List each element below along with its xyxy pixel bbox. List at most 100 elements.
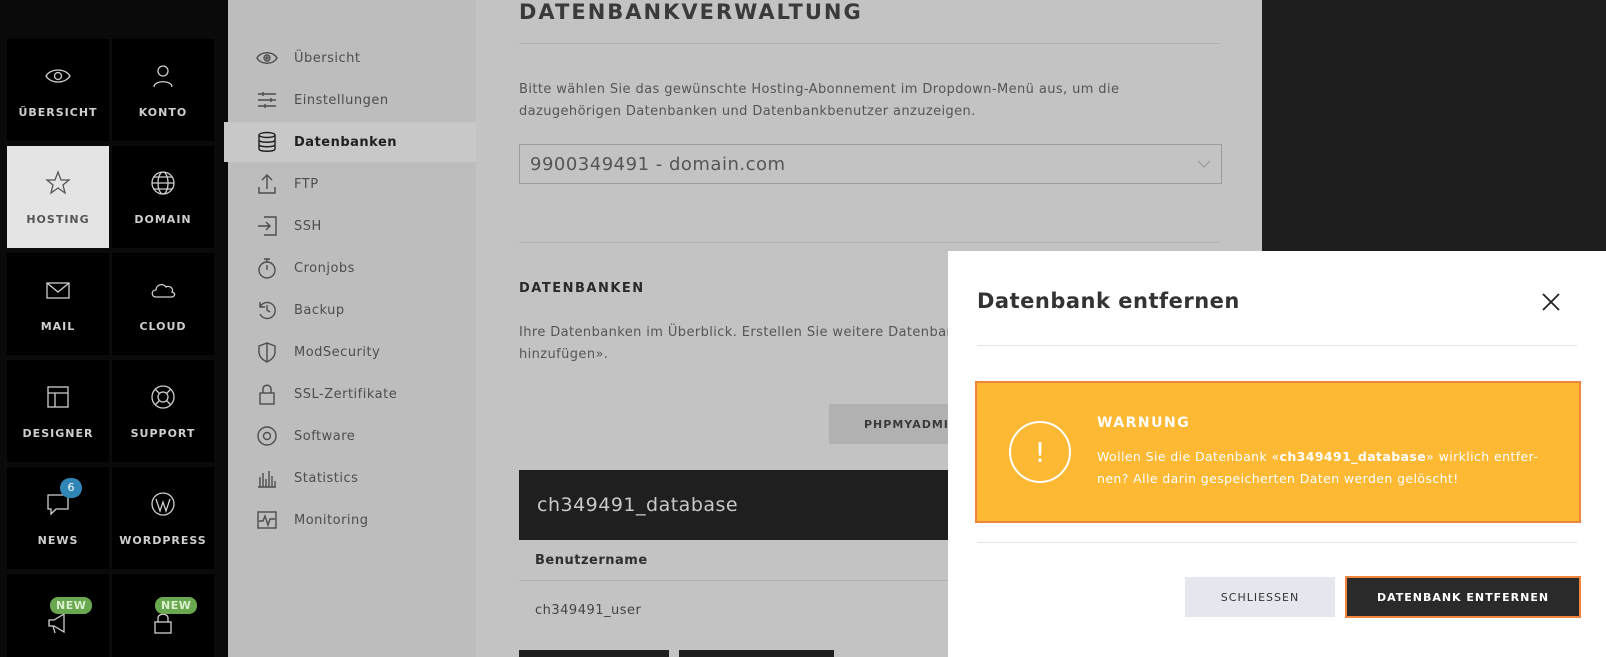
main-tile-nav: ÜBERSICHT KONTO HOSTING DOMAIN MAIL CLOU… (0, 0, 228, 657)
subnav-item-einstellungen[interactable]: Einstellungen (228, 80, 476, 120)
tile-mail[interactable]: MAIL (7, 253, 109, 355)
subnav-item-statistics[interactable]: Statistics (228, 458, 476, 498)
subnav-item-label: Übersicht (294, 50, 361, 66)
tile-label: WORDPRESS (119, 533, 207, 547)
subnav-item-label: Statistics (294, 470, 359, 486)
divider (519, 242, 1219, 243)
new-badge: NEW (50, 597, 93, 614)
history-icon (259, 301, 276, 320)
exclamation-icon: ! (1009, 421, 1071, 483)
subnav-item-cronjobs[interactable]: Cronjobs (228, 248, 476, 288)
warning-text-pre: Wollen Sie die Datenbank « (1097, 449, 1280, 464)
new-badge: NEW (155, 597, 198, 614)
subnav-item-label: SSL-Zertifikate (294, 386, 398, 402)
warning-text: Wollen Sie die Datenbank «ch349491_datab… (1097, 446, 1557, 490)
tile-label: ÜBERSICHT (18, 105, 98, 119)
modal-title: Datenbank entfernen (977, 289, 1240, 313)
tile-label: KONTO (138, 105, 188, 119)
pulse-icon (257, 511, 277, 529)
tile-label: HOSTING (26, 212, 90, 226)
megaphone-icon: NEW (44, 597, 93, 641)
tile-domain[interactable]: DOMAIN (112, 146, 214, 248)
tile-label: MAIL (40, 319, 76, 333)
tile-uebersicht[interactable]: ÜBERSICHT (7, 39, 109, 141)
subnav-item-ssl[interactable]: SSL-Zertifikate (228, 374, 476, 414)
stopwatch-icon (258, 258, 276, 279)
tile-label: CLOUD (139, 319, 187, 333)
subnav-item-modsecurity[interactable]: ModSecurity (228, 332, 476, 372)
db-action-button-stub[interactable] (679, 650, 834, 657)
layout-icon (44, 383, 72, 415)
subnav-item-label: Einstellungen (294, 92, 389, 108)
tile-label: DOMAIN (134, 212, 192, 226)
databases-section-title: DATENBANKEN (519, 281, 645, 296)
tile-news[interactable]: 6 NEWS (7, 467, 109, 569)
subnav-item-label: Backup (294, 302, 345, 318)
modal-divider (977, 345, 1577, 346)
database-card-header: ch349491_database (519, 470, 959, 540)
subnav-item-datenbanken[interactable]: Datenbanken (224, 122, 476, 162)
page-title: DATENBANKVERWALTUNG (519, 0, 863, 24)
remove-database-button[interactable]: DATENBANK ENTFERNEN (1345, 576, 1581, 618)
news-count-badge: 6 (60, 477, 82, 498)
tile-designer[interactable]: DESIGNER (7, 360, 109, 462)
eye-icon (44, 62, 72, 94)
databases-section-text: Ihre Datenbanken im Überblick. Erstellen… (519, 325, 956, 362)
cloud-icon (149, 276, 177, 308)
eye-icon (256, 52, 278, 64)
tile-marketing[interactable]: NEW (7, 574, 109, 657)
tile-label: SUPPORT (130, 426, 196, 440)
chevron-down-icon (1197, 160, 1211, 168)
close-icon (1542, 293, 1560, 311)
shield-icon (258, 342, 276, 363)
subnav-item-label: ModSecurity (294, 344, 381, 360)
subnav-item-monitoring[interactable]: Monitoring (228, 500, 476, 540)
subscription-select[interactable]: 9900349491 - domain.com (519, 144, 1222, 184)
bar-chart-icon (258, 471, 276, 488)
subnav-item-label: Datenbanken (294, 134, 398, 150)
tile-cloud[interactable]: CLOUD (112, 253, 214, 355)
table-divider (519, 580, 959, 581)
subnav-item-uebersicht[interactable]: Übersicht (228, 38, 476, 78)
hosting-sub-nav: Übersicht Einstellungen Datenbanken FTP … (224, 0, 476, 657)
divider (519, 43, 1219, 44)
lock-icon (259, 384, 275, 405)
user-icon (149, 62, 177, 94)
warning-title: WARNUNG (1097, 415, 1191, 431)
star-icon (44, 169, 72, 201)
table-row-username: ch349491_user (535, 603, 642, 618)
mail-icon (44, 276, 72, 308)
wordpress-icon (149, 490, 177, 522)
tile-label: NEWS (37, 533, 79, 547)
subnav-item-label: Cronjobs (294, 260, 355, 276)
login-icon (258, 216, 277, 236)
database-icon (258, 131, 276, 152)
globe-icon (149, 169, 177, 201)
modal-close-button[interactable] (1540, 291, 1562, 313)
remove-database-modal: Datenbank entfernen ! WARNUNG Wollen Sie… (948, 251, 1606, 657)
warning-box: ! WARNUNG Wollen Sie die Datenbank «ch34… (975, 381, 1581, 523)
subnav-item-label: FTP (294, 176, 319, 192)
intro-text: Bitte wählen Sie das gewünschte Hosting-… (519, 82, 1120, 119)
lifebuoy-icon (149, 383, 177, 415)
upload-icon (258, 174, 276, 194)
warning-db-name: ch349491_database (1279, 449, 1427, 464)
subnav-item-label: SSH (294, 218, 322, 234)
subnav-item-software[interactable]: Software (228, 416, 476, 456)
subscription-select-value: 9900349491 - domain.com (530, 153, 786, 175)
subnav-item-label: Monitoring (294, 512, 369, 528)
tile-wordpress[interactable]: WORDPRESS (112, 467, 214, 569)
tile-security[interactable]: NEW (112, 574, 214, 657)
db-action-button-stub[interactable] (519, 650, 669, 657)
tile-hosting[interactable]: HOSTING (7, 146, 109, 248)
chat-icon: 6 (44, 477, 82, 522)
disc-icon (257, 426, 277, 446)
sliders-icon (258, 92, 276, 108)
close-button[interactable]: SCHLIESSEN (1185, 577, 1335, 617)
tile-support[interactable]: SUPPORT (112, 360, 214, 462)
subnav-item-ssh[interactable]: SSH (228, 206, 476, 246)
subnav-item-label: Software (294, 428, 356, 444)
tile-konto[interactable]: KONTO (112, 39, 214, 141)
subnav-item-backup[interactable]: Backup (228, 290, 476, 330)
subnav-item-ftp[interactable]: FTP (228, 164, 476, 204)
